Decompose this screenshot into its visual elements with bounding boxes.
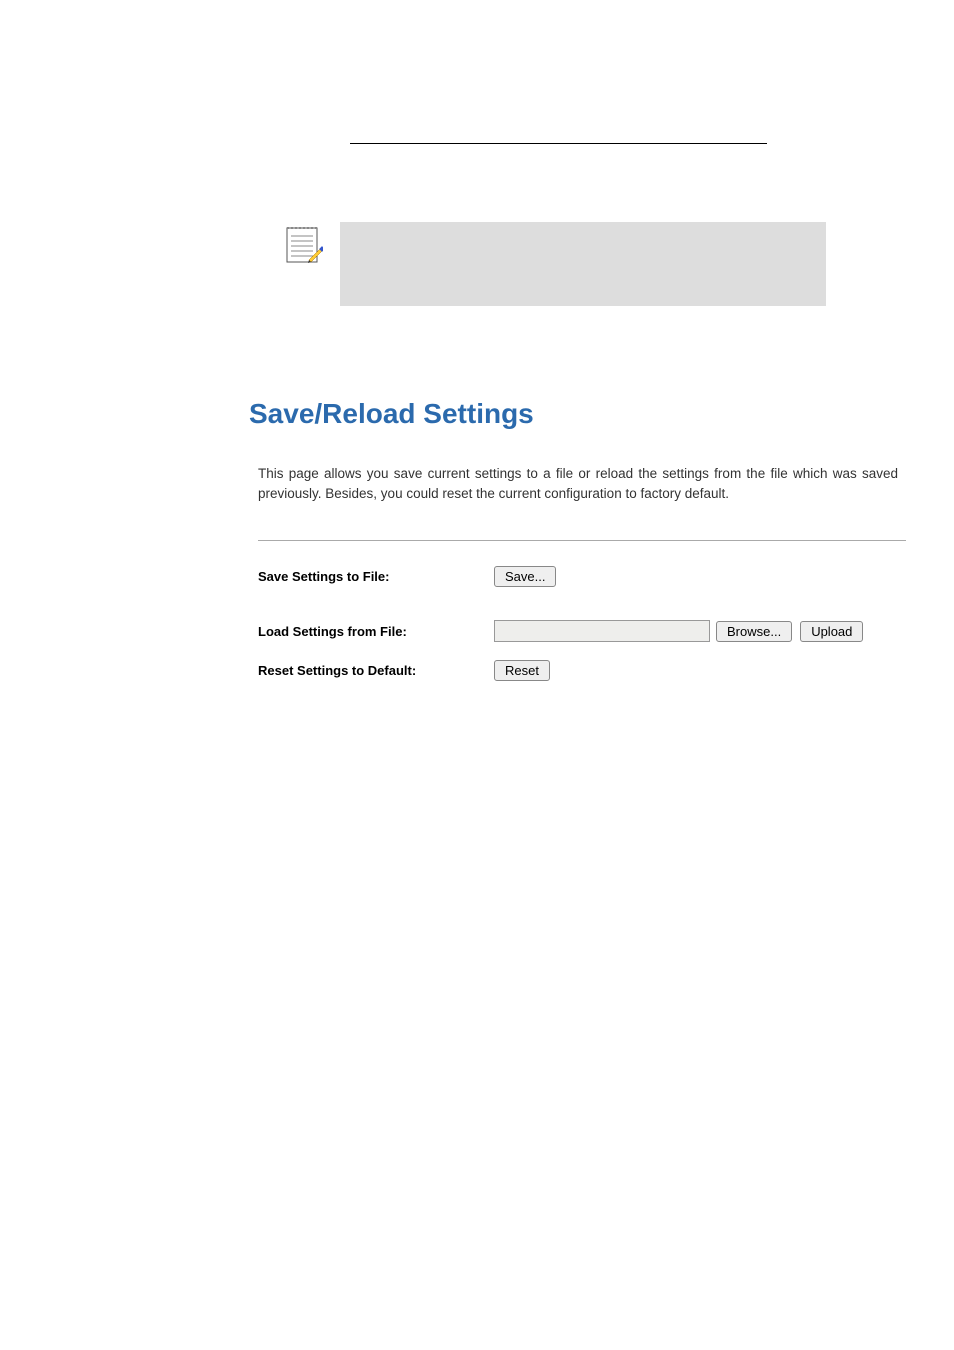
save-label: Save Settings to File:	[258, 569, 494, 584]
browse-button[interactable]: Browse...	[716, 621, 792, 642]
save-row: Save Settings to File: Save...	[258, 566, 564, 587]
note-block	[340, 222, 826, 306]
file-path-input[interactable]	[494, 620, 710, 642]
save-button[interactable]: Save...	[494, 566, 556, 587]
load-label: Load Settings from File:	[258, 624, 494, 639]
page-title: Save/Reload Settings	[249, 398, 534, 430]
reset-row: Reset Settings to Default: Reset	[258, 660, 558, 681]
separator	[258, 540, 906, 541]
reset-button[interactable]: Reset	[494, 660, 550, 681]
note-icon	[283, 222, 323, 266]
load-row: Load Settings from File: Browse... Uploa…	[258, 620, 871, 642]
header-underline	[350, 143, 767, 144]
upload-button[interactable]: Upload	[800, 621, 863, 642]
reset-label: Reset Settings to Default:	[258, 663, 494, 678]
page-description: This page allows you save current settin…	[258, 464, 898, 503]
